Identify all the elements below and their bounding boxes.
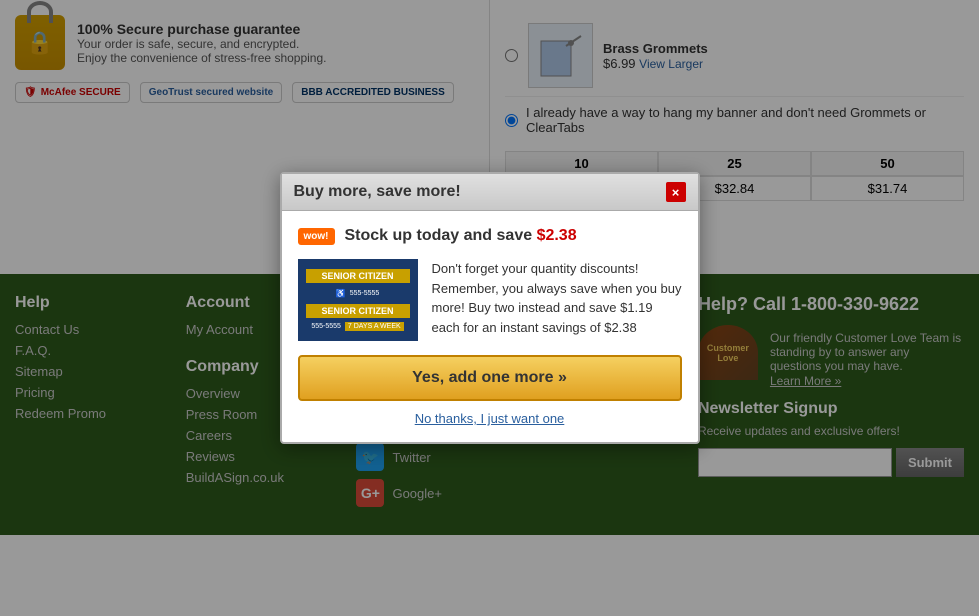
modal-header: Buy more, save more! ×: [282, 174, 698, 211]
modal-description: Don't forget your quantity discounts! Re…: [432, 259, 682, 341]
modal-close-button[interactable]: ×: [666, 182, 686, 202]
modal-body: wow! Stock up today and save $2.38 SENIO…: [282, 211, 698, 442]
savings-prefix: Stock up today and save: [345, 227, 537, 244]
modal-title: Buy more, save more!: [294, 183, 461, 201]
modal-product-image: SENIOR CITIZEN ♿ 555-5555 SENIOR CITIZEN…: [298, 259, 418, 341]
yes-add-one-more-button[interactable]: Yes, add one more »: [298, 355, 682, 401]
modal-content-row: SENIOR CITIZEN ♿ 555-5555 SENIOR CITIZEN…: [298, 259, 682, 341]
savings-text: Stock up today and save $2.38: [345, 227, 577, 245]
savings-amount: $2.38: [537, 227, 577, 244]
modal-overlay: Buy more, save more! × wow! Stock up tod…: [0, 0, 979, 616]
no-thanks-link[interactable]: No thanks, I just want one: [298, 411, 682, 426]
wow-badge: wow!: [298, 228, 335, 245]
upsell-modal: Buy more, save more! × wow! Stock up tod…: [280, 172, 700, 444]
senior-text-1: SENIOR CITIZEN: [306, 269, 410, 283]
senior-text-2: SENIOR CITIZEN: [306, 304, 410, 318]
modal-savings-row: wow! Stock up today and save $2.38: [298, 227, 682, 245]
